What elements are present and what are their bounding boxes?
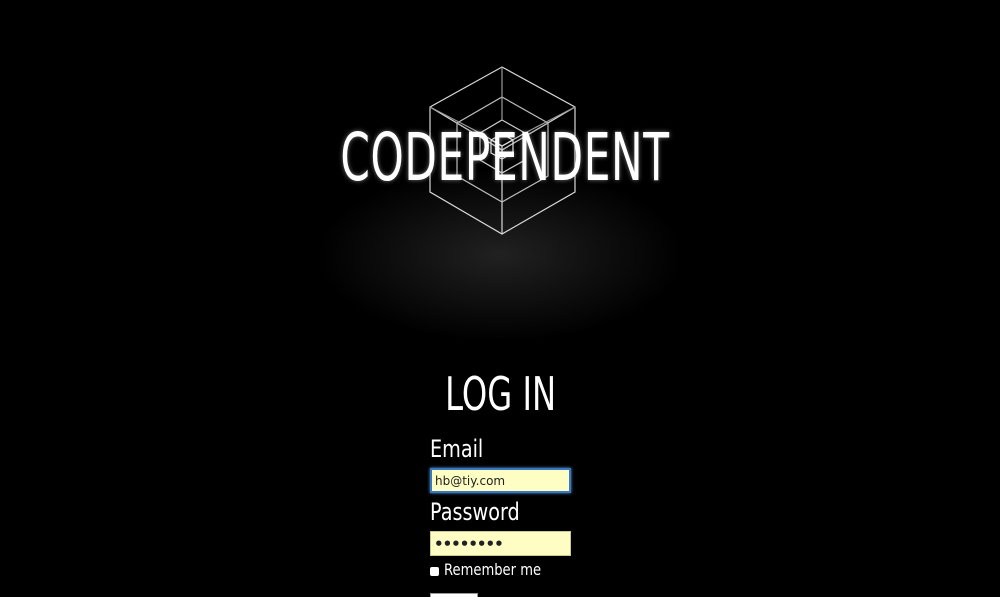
submit-button[interactable]	[430, 593, 478, 597]
remember-me-label: Remember me	[444, 560, 542, 579]
brand-title: CODEPENDENT	[340, 119, 670, 196]
email-field[interactable]	[430, 468, 571, 493]
remember-me[interactable]: Remember me	[430, 560, 630, 580]
email-label: Email	[430, 435, 484, 463]
login-form: Email Password Remember me	[430, 434, 630, 580]
password-field[interactable]	[430, 531, 571, 556]
remember-me-checkbox[interactable]	[430, 567, 439, 576]
password-label: Password	[430, 498, 520, 526]
login-heading: LOG IN	[445, 367, 557, 421]
